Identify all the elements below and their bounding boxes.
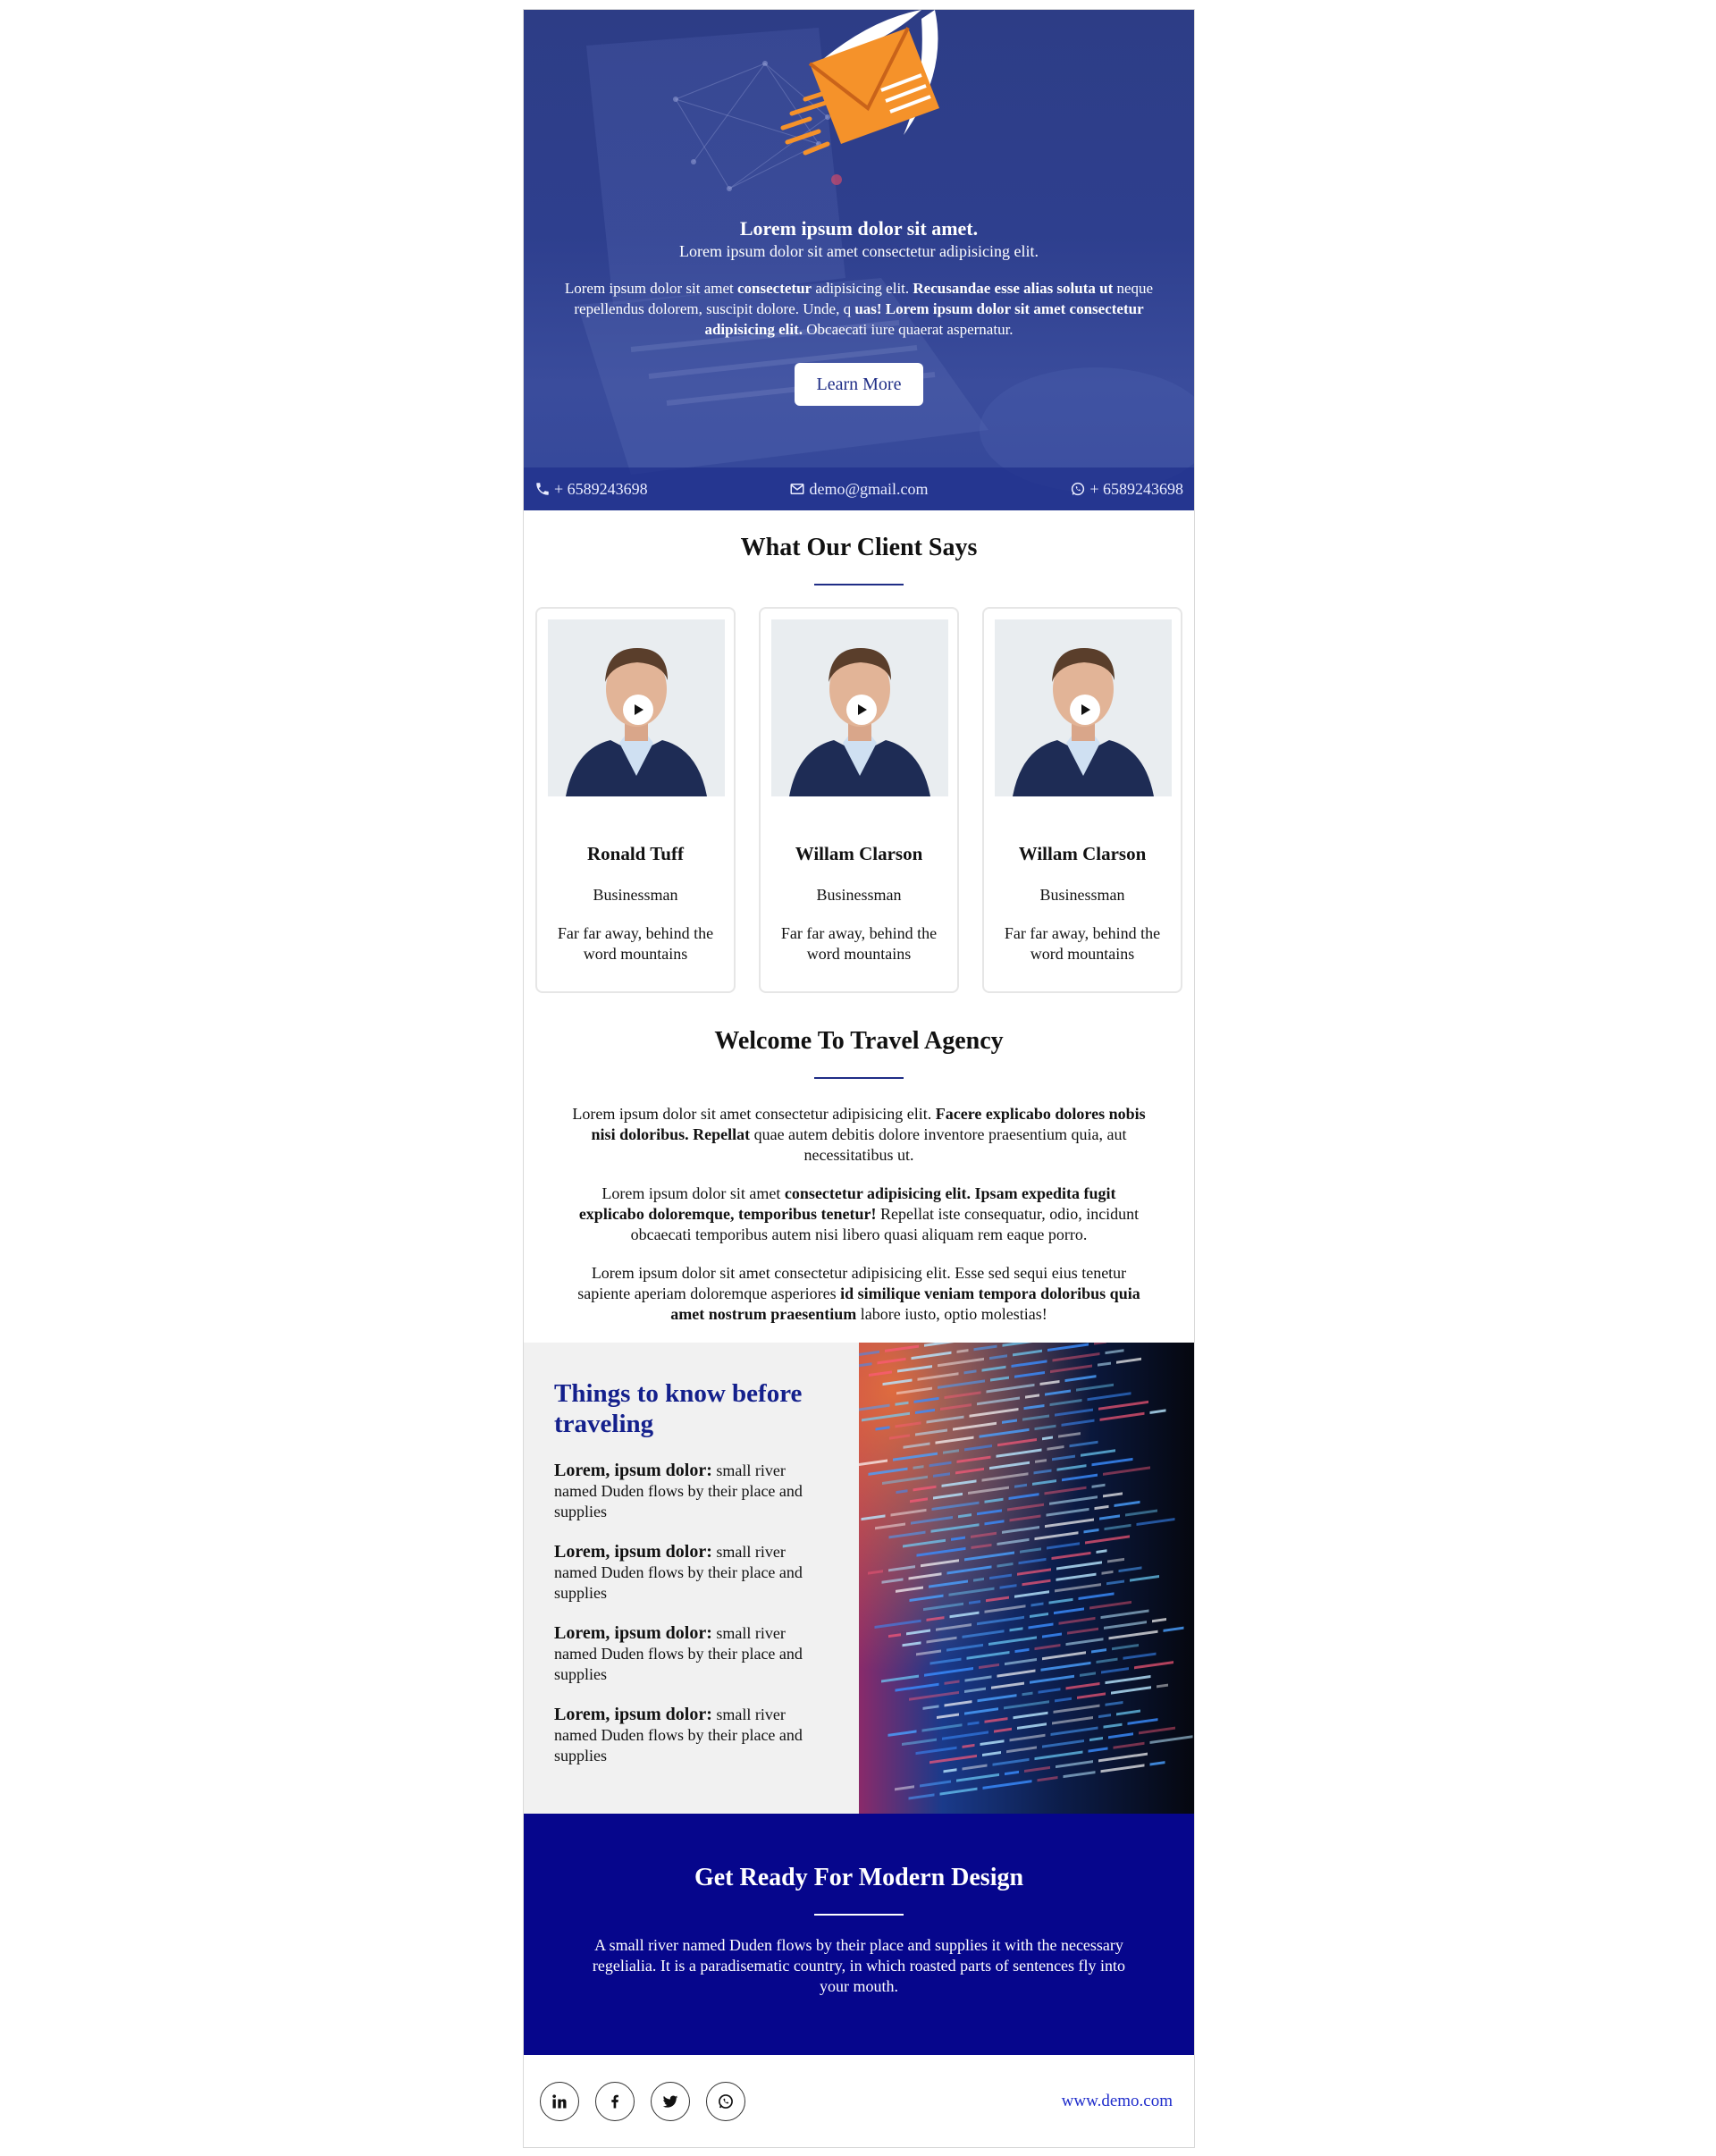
bold-text: consectetur <box>737 280 812 297</box>
client-photo[interactable] <box>548 619 725 796</box>
things-item: Lorem, ipsum dolor: small river named Du… <box>554 1705 829 1766</box>
things-section: Things to know before traveling Lorem, i… <box>524 1343 1194 1814</box>
client-quote: Far far away, behind the word mountains <box>557 924 714 963</box>
hero-body-text: Lorem ipsum dolor sit amet consectetur a… <box>559 278 1158 340</box>
hero-banner: Lorem ipsum dolor sit amet. Lorem ipsum … <box>524 10 1194 510</box>
code-image <box>859 1343 1194 1814</box>
contact-whatsapp-text: + 6589243698 <box>1089 479 1183 498</box>
twitter-icon <box>662 2095 678 2108</box>
client-card: Willam Clarson Businessman Far far away,… <box>982 607 1182 993</box>
things-item-label: Lorem, ipsum dolor: <box>554 1461 712 1480</box>
whatsapp-button[interactable] <box>706 2081 745 2121</box>
hero-title: Lorem ipsum dolor sit amet. <box>739 217 979 240</box>
learn-more-button[interactable]: Learn More <box>795 363 923 406</box>
whatsapp-icon <box>719 2093 733 2109</box>
things-list: Lorem, ipsum dolor: small river named Du… <box>554 1461 829 1766</box>
welcome-section: Welcome To Travel Agency Lorem ipsum dol… <box>524 993 1194 1325</box>
cta-section: Get Ready For Modern Design A small rive… <box>524 1814 1194 2055</box>
things-item: Lorem, ipsum dolor: small river named Du… <box>554 1461 829 1522</box>
text-run: Obcaecati iure quaerat aspernatur. <box>803 321 1014 338</box>
contact-email-text: demo@gmail.com <box>809 479 929 498</box>
clients-title: What Our Client Says <box>740 534 978 561</box>
text-run: labore iusto, optio molestias! <box>856 1305 1047 1323</box>
cta-title: Get Ready For Modern Design <box>694 1864 1024 1891</box>
things-item-label: Lorem, ipsum dolor: <box>554 1542 712 1562</box>
client-cards: Ronald Tuff Businessman Far far away, be… <box>524 585 1194 993</box>
client-photo[interactable] <box>771 619 948 796</box>
text-run: Lorem ipsum dolor sit amet <box>601 1184 785 1202</box>
client-name: Ronald Tuff <box>587 843 684 864</box>
things-content: Things to know before traveling Lorem, i… <box>524 1343 859 1814</box>
play-button[interactable] <box>1070 695 1100 725</box>
contact-bar: + 6589243698 demo@gmail.com + 6589243698 <box>524 467 1194 510</box>
website-link[interactable]: www.demo.com <box>1062 2092 1173 2111</box>
welcome-paragraph: Lorem ipsum dolor sit amet consectetur a… <box>568 1183 1149 1245</box>
text-run: adipisicing elit. <box>812 280 913 297</box>
play-icon <box>635 704 644 715</box>
client-quote: Far far away, behind the word mountains <box>1004 924 1161 963</box>
play-icon <box>1081 704 1090 715</box>
clients-section: What Our Client Says Ronald Tuff Busines… <box>524 510 1194 993</box>
contact-whatsapp[interactable]: + 6589243698 <box>1070 480 1183 499</box>
social-links <box>540 2081 745 2121</box>
cta-body: A small river named Duden flows by their… <box>592 1936 1126 1995</box>
welcome-title: Welcome To Travel Agency <box>714 1027 1004 1055</box>
mail-icon <box>790 484 804 494</box>
client-photo[interactable] <box>995 619 1172 796</box>
play-button[interactable] <box>846 695 877 725</box>
footer: www.demo.com <box>524 2055 1194 2147</box>
welcome-paragraph: Lorem ipsum dolor sit amet consectetur a… <box>568 1104 1149 1166</box>
facebook-icon <box>611 2094 618 2108</box>
code-screen-image <box>859 1343 1194 1814</box>
email-container: Lorem ipsum dolor sit amet. Lorem ipsum … <box>523 9 1195 2148</box>
text-run: Lorem ipsum dolor sit amet <box>564 280 737 297</box>
bold-text: Recusandae esse alias soluta ut <box>913 280 1114 297</box>
linkedin-button[interactable] <box>540 2081 579 2121</box>
twitter-button[interactable] <box>651 2081 690 2121</box>
things-item-label: Lorem, ipsum dolor: <box>554 1705 712 1724</box>
whatsapp-icon <box>1072 482 1085 496</box>
things-item-label: Lorem, ipsum dolor: <box>554 1623 712 1643</box>
client-role: Businessman <box>593 886 678 904</box>
client-card: Willam Clarson Businessman Far far away,… <box>759 607 959 993</box>
client-role: Businessman <box>1039 886 1125 904</box>
client-quote: Far far away, behind the word mountains <box>780 924 938 963</box>
text-run: quae autem debitis dolore inventore prae… <box>750 1125 1127 1164</box>
facebook-button[interactable] <box>595 2081 635 2121</box>
client-name: Willam Clarson <box>1018 843 1147 864</box>
welcome-body: Lorem ipsum dolor sit amet consectetur a… <box>524 1079 1194 1325</box>
phone-icon <box>536 483 549 495</box>
welcome-paragraph: Lorem ipsum dolor sit amet consectetur a… <box>568 1263 1149 1325</box>
contact-phone-text: + 6589243698 <box>554 479 648 498</box>
hero-subtitle: Lorem ipsum dolor sit amet consectetur a… <box>679 242 1039 260</box>
client-role: Businessman <box>816 886 902 904</box>
linkedin-icon <box>552 2093 567 2108</box>
things-item: Lorem, ipsum dolor: small river named Du… <box>554 1623 829 1685</box>
text-run: Lorem ipsum dolor sit amet consectetur a… <box>572 1105 936 1123</box>
contact-email[interactable]: demo@gmail.com <box>789 479 929 499</box>
play-icon <box>858 704 867 715</box>
play-button[interactable] <box>623 695 653 725</box>
client-name: Willam Clarson <box>795 843 923 864</box>
client-card: Ronald Tuff Businessman Far far away, be… <box>535 607 736 993</box>
things-item: Lorem, ipsum dolor: small river named Du… <box>554 1542 829 1604</box>
things-title: Things to know before traveling <box>554 1379 803 1438</box>
contact-phone[interactable]: + 6589243698 <box>534 480 648 499</box>
